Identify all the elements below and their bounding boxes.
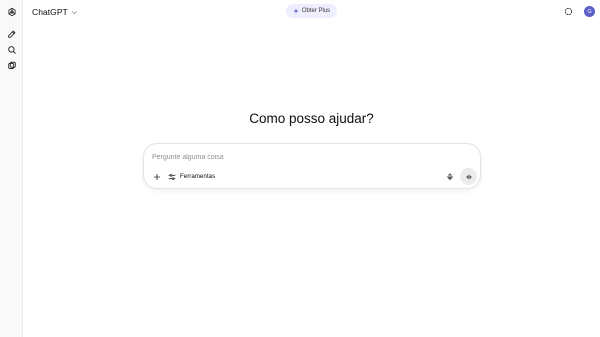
plus-icon <box>153 173 160 180</box>
user-avatar[interactable]: G <box>584 6 595 17</box>
new-chat-icon <box>7 30 15 38</box>
voice-waveform-icon <box>465 174 472 179</box>
home-button[interactable] <box>4 4 19 19</box>
page-title: Como posso ajudar? <box>249 111 374 126</box>
upgrade-label: Obter Plus <box>301 8 331 14</box>
library-button[interactable] <box>4 58 19 73</box>
dictate-button[interactable] <box>444 171 455 182</box>
add-attachment-button[interactable] <box>151 171 162 182</box>
new-chat-button[interactable] <box>4 26 19 41</box>
microphone-icon <box>446 173 453 180</box>
composer: Ferramentas <box>143 143 481 189</box>
upgrade-plus-button[interactable]: Obter Plus <box>286 4 337 18</box>
tools-label: Ferramentas <box>180 173 216 180</box>
search-icon <box>7 45 16 54</box>
sidebar-rail <box>0 0 23 337</box>
search-chats-button[interactable] <box>4 42 19 57</box>
top-bar: ChatGPT Obter Plus G <box>23 0 600 24</box>
prompt-input[interactable] <box>152 151 452 163</box>
sliders-icon <box>168 173 176 180</box>
temporary-chat-icon <box>564 7 573 16</box>
temporary-chat-button[interactable] <box>562 5 575 18</box>
model-name: ChatGPT <box>32 7 68 17</box>
chevron-down-icon <box>71 10 77 14</box>
tools-button[interactable]: Ferramentas <box>166 170 217 183</box>
voice-mode-button[interactable] <box>460 168 477 185</box>
openai-logo-icon <box>7 7 16 16</box>
sparkle-icon <box>293 8 299 14</box>
model-switcher[interactable]: ChatGPT <box>29 4 81 20</box>
app-window: ChatGPT Obter Plus G Como posso ajudar? <box>0 0 600 337</box>
library-icon <box>7 61 16 69</box>
